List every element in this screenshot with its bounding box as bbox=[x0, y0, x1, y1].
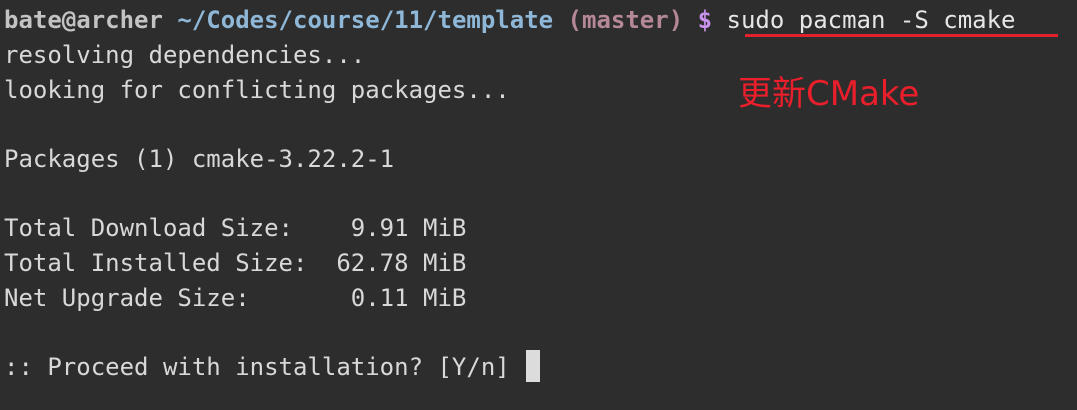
prompt-git-branch: (master) bbox=[567, 6, 684, 34]
output-upgrade-size-line: Net Upgrade Size: 0.11 MiB bbox=[4, 284, 467, 312]
command-text: sudo pacman -S cmake bbox=[726, 6, 1016, 34]
terminal-cursor[interactable] bbox=[526, 350, 541, 382]
annotation-label: 更新CMake bbox=[738, 74, 920, 114]
prompt-path: ~/Codes/course/11/template bbox=[177, 6, 554, 34]
output-resolving-line: resolving dependencies... bbox=[4, 41, 366, 69]
command-underline-annotation bbox=[745, 34, 1058, 37]
proceed-prompt-line: :: Proceed with installation? [Y/n] bbox=[4, 350, 541, 382]
proceed-prompt-text: :: Proceed with installation? [Y/n] bbox=[4, 353, 525, 381]
terminal-window[interactable]: bate@archer ~/Codes/course/11/template (… bbox=[0, 0, 1077, 410]
output-conflicting-line: looking for conflicting packages... bbox=[4, 76, 510, 104]
output-packages-line: Packages (1) cmake-3.22.2-1 bbox=[4, 145, 395, 173]
prompt-line: bate@archer ~/Codes/course/11/template (… bbox=[4, 5, 1015, 35]
prompt-symbol: $ bbox=[697, 6, 713, 34]
output-download-size-line: Total Download Size: 9.91 MiB bbox=[4, 214, 467, 242]
prompt-user-host: bate@archer bbox=[4, 6, 163, 34]
output-installed-size-line: Total Installed Size: 62.78 MiB bbox=[4, 249, 467, 277]
